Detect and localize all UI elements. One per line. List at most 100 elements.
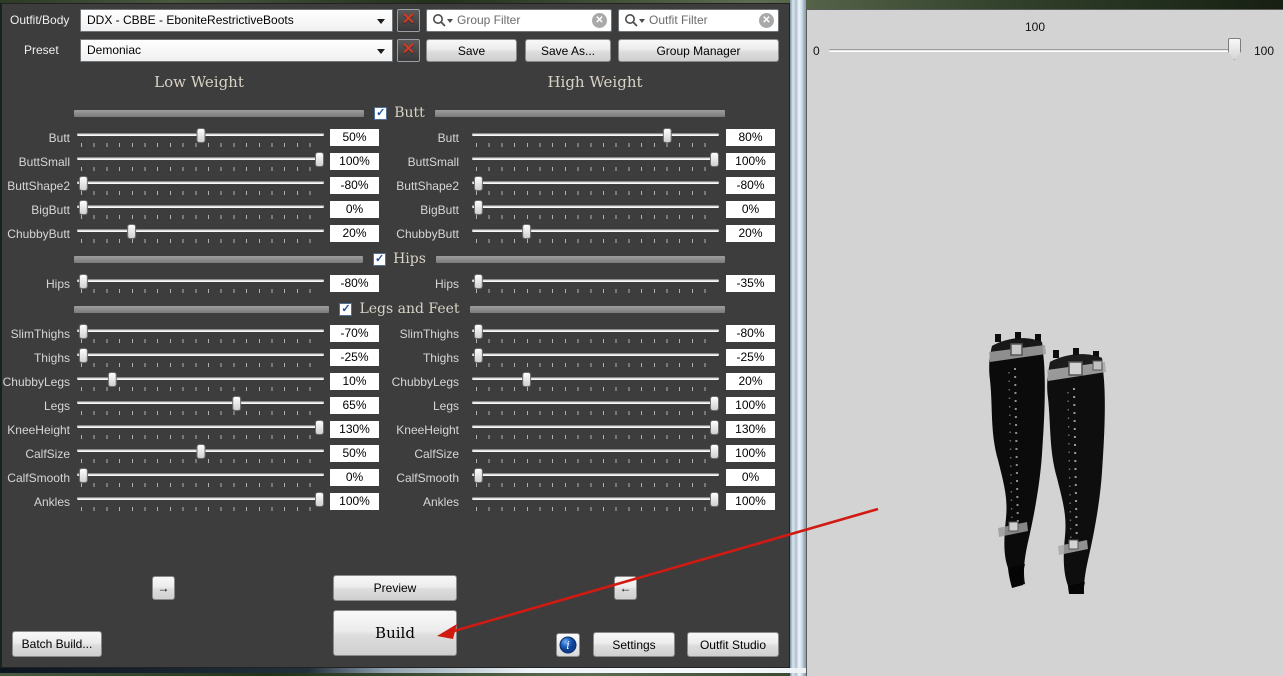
category-toggle[interactable]: ✓Hips xyxy=(363,251,436,267)
slider-value-high[interactable]: 100% xyxy=(726,445,775,462)
slider-high[interactable] xyxy=(472,370,719,394)
slider-thumb[interactable] xyxy=(79,176,88,191)
slider-high[interactable] xyxy=(472,490,719,514)
slider-thumb[interactable] xyxy=(315,492,324,507)
slider-value-low[interactable]: 65% xyxy=(330,397,379,414)
window-border[interactable] xyxy=(790,0,806,676)
about-button[interactable]: i xyxy=(556,633,580,657)
clear-icon[interactable]: ✕ xyxy=(592,13,607,28)
slider-value-low[interactable]: -80% xyxy=(330,275,379,292)
preview-button[interactable]: Preview xyxy=(333,575,457,601)
slider-value-low[interactable]: 10% xyxy=(330,373,379,390)
slider-value-low[interactable]: 0% xyxy=(330,469,379,486)
outfit-filter-input[interactable]: Outfit Filter ✕ xyxy=(618,9,779,32)
slider-value-low[interactable]: 130% xyxy=(330,421,379,438)
slider-low[interactable] xyxy=(77,346,324,370)
category-checkbox[interactable]: ✓ xyxy=(374,107,387,120)
slider-value-low[interactable]: 0% xyxy=(330,201,379,218)
slider-thumb[interactable] xyxy=(710,420,719,435)
slider-thumb[interactable] xyxy=(127,224,136,239)
slider-thumb[interactable] xyxy=(474,324,483,339)
build-button[interactable]: Build xyxy=(333,610,457,656)
slider-value-high[interactable]: 20% xyxy=(726,225,775,242)
slider-high[interactable] xyxy=(472,174,719,198)
slider-thumb[interactable] xyxy=(232,396,241,411)
category-toggle[interactable]: ✓Legs and Feet xyxy=(329,301,469,317)
slider-low[interactable] xyxy=(77,322,324,346)
slider-value-high[interactable]: 20% xyxy=(726,373,775,390)
slider-value-high[interactable]: 100% xyxy=(726,397,775,414)
slider-high[interactable] xyxy=(472,394,719,418)
slider-low[interactable] xyxy=(77,126,324,150)
slider-value-low[interactable]: 100% xyxy=(330,493,379,510)
outfit-studio-button[interactable]: Outfit Studio xyxy=(687,632,779,657)
slider-thumb[interactable] xyxy=(79,200,88,215)
slider-value-low[interactable]: -80% xyxy=(330,177,379,194)
slider-thumb[interactable] xyxy=(79,468,88,483)
slider-high[interactable] xyxy=(472,346,719,370)
slider-value-high[interactable]: 130% xyxy=(726,421,775,438)
slider-value-low[interactable]: -25% xyxy=(330,349,379,366)
category-checkbox[interactable]: ✓ xyxy=(373,253,386,266)
slider-value-high[interactable]: 100% xyxy=(726,153,775,170)
slider-value-low[interactable]: 50% xyxy=(330,445,379,462)
slider-low[interactable] xyxy=(77,466,324,490)
copy-to-high-button[interactable]: → xyxy=(152,576,175,600)
slider-value-high[interactable]: 0% xyxy=(726,469,775,486)
slider-thumb[interactable] xyxy=(474,348,483,363)
slider-thumb[interactable] xyxy=(79,324,88,339)
clear-preset-button[interactable]: ✕ xyxy=(397,39,420,62)
slider-value-high[interactable]: -25% xyxy=(726,349,775,366)
slider-thumb[interactable] xyxy=(474,274,483,289)
slider-low[interactable] xyxy=(77,272,324,296)
slider-value-high[interactable]: -80% xyxy=(726,325,775,342)
slider-thumb[interactable] xyxy=(196,444,205,459)
slider-value-low[interactable]: 20% xyxy=(330,225,379,242)
slider-value-high[interactable]: 0% xyxy=(726,201,775,218)
slider-thumb[interactable] xyxy=(662,128,671,143)
slider-low[interactable] xyxy=(77,222,324,246)
slider-thumb[interactable] xyxy=(79,274,88,289)
category-checkbox[interactable]: ✓ xyxy=(339,303,352,316)
slider-thumb[interactable] xyxy=(474,176,483,191)
preview-window[interactable]: 100 0 100 xyxy=(806,9,1283,676)
slider-low[interactable] xyxy=(77,442,324,466)
slider-high[interactable] xyxy=(472,198,719,222)
slider-high[interactable] xyxy=(472,222,719,246)
slider-high[interactable] xyxy=(472,272,719,296)
slider-high[interactable] xyxy=(472,418,719,442)
preset-dropdown[interactable]: Demoniac xyxy=(80,39,393,62)
slider-low[interactable] xyxy=(77,174,324,198)
slider-thumb[interactable] xyxy=(710,396,719,411)
slider-value-high[interactable]: 100% xyxy=(726,493,775,510)
slider-low[interactable] xyxy=(77,370,324,394)
slider-thumb[interactable] xyxy=(1228,38,1241,60)
slider-low[interactable] xyxy=(77,394,324,418)
slider-thumb[interactable] xyxy=(710,444,719,459)
settings-button[interactable]: Settings xyxy=(593,632,675,657)
category-toggle[interactable]: ✓Butt xyxy=(364,105,435,121)
slider-high[interactable] xyxy=(472,442,719,466)
slider-value-high[interactable]: 80% xyxy=(726,129,775,146)
group-filter-input[interactable]: Group Filter ✕ xyxy=(426,9,612,32)
preview-weight-slider[interactable] xyxy=(829,36,1241,64)
slider-value-high[interactable]: -35% xyxy=(726,275,775,292)
slider-value-low[interactable]: -70% xyxy=(330,325,379,342)
clear-outfit-button[interactable]: ✕ xyxy=(397,9,420,32)
slider-low[interactable] xyxy=(77,490,324,514)
slider-low[interactable] xyxy=(77,198,324,222)
slider-high[interactable] xyxy=(472,150,719,174)
slider-high[interactable] xyxy=(472,322,719,346)
copy-to-low-button[interactable]: ← xyxy=(614,576,637,600)
slider-thumb[interactable] xyxy=(108,372,117,387)
slider-high[interactable] xyxy=(472,466,719,490)
slider-thumb[interactable] xyxy=(79,348,88,363)
group-manager-button[interactable]: Group Manager xyxy=(618,39,779,62)
slider-value-low[interactable]: 50% xyxy=(330,129,379,146)
slider-thumb[interactable] xyxy=(710,152,719,167)
slider-value-low[interactable]: 100% xyxy=(330,153,379,170)
slider-value-high[interactable]: -80% xyxy=(726,177,775,194)
slider-thumb[interactable] xyxy=(315,152,324,167)
slider-low[interactable] xyxy=(77,418,324,442)
slider-thumb[interactable] xyxy=(522,372,531,387)
